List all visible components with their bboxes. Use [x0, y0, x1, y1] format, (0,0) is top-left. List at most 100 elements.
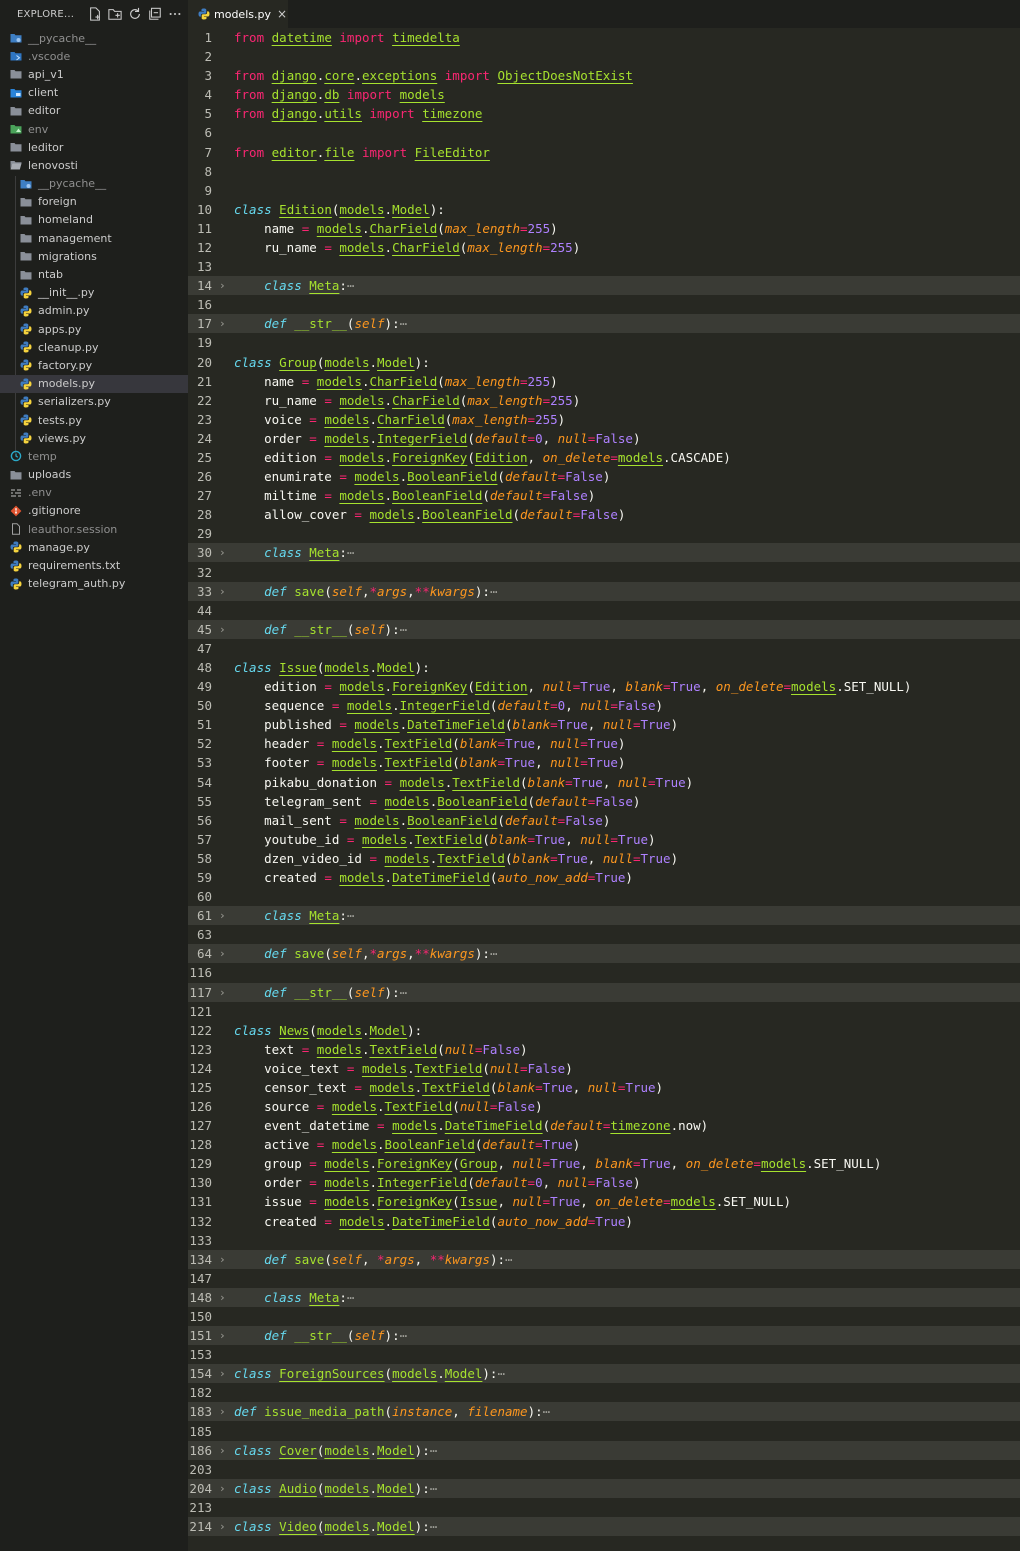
fold-chevron-icon[interactable]: ›	[219, 582, 226, 601]
code-line[interactable]: 147	[188, 1269, 1020, 1288]
tree-item-models-py[interactable]: models.py	[0, 374, 188, 393]
code-line[interactable]: 116	[188, 963, 1020, 982]
code-line[interactable]: 49 edition = models.ForeignKey(Edition, …	[188, 677, 1020, 696]
code-line[interactable]: 58 dzen_video_id = models.TextField(blan…	[188, 849, 1020, 868]
code-line[interactable]: 183 › def issue_media_path(instance, filen…	[188, 1402, 1020, 1422]
code-line[interactable]: 154 › class ForeignSources(models.Model):⋯	[188, 1364, 1020, 1384]
tab-models-py[interactable]: models.py ×	[188, 0, 288, 28]
code-line[interactable]: 52 header = models.TextField(blank=True,…	[188, 734, 1020, 753]
code-line[interactable]: 16	[188, 295, 1020, 314]
code-line[interactable]: 14 › class Meta:⋯	[188, 276, 1020, 296]
tree-item-pycache[interactable]: __pycache__	[0, 29, 188, 47]
tree-item-env[interactable]: env	[0, 120, 188, 138]
code-line[interactable]: 151 › def __str__(self):⋯	[188, 1326, 1020, 1346]
code-line[interactable]: 56 mail_sent = models.BooleanField(defau…	[188, 811, 1020, 830]
code-line[interactable]: 7 from editor.file import FileEditor	[188, 143, 1020, 162]
code-line[interactable]: 129 group = models.ForeignKey(Group, nul…	[188, 1154, 1020, 1173]
fold-chevron-icon[interactable]: ›	[219, 1402, 226, 1421]
tree-item-leditor[interactable]: leditor	[0, 138, 188, 156]
tree-item-serializers-py[interactable]: serializers.py	[0, 393, 188, 411]
code-line[interactable]: 4 from django.db import models	[188, 85, 1020, 104]
code-line[interactable]: 29	[188, 524, 1020, 543]
code-line[interactable]: 54 pikabu_donation = models.TextField(bl…	[188, 773, 1020, 792]
code-line[interactable]: 8	[188, 162, 1020, 181]
tree-item-tests-py[interactable]: tests.py	[0, 411, 188, 429]
code-line[interactable]: 32	[188, 563, 1020, 582]
fold-chevron-icon[interactable]: ›	[219, 1517, 226, 1536]
code-line[interactable]: 124 voice_text = models.TextField(null=F…	[188, 1059, 1020, 1078]
tree-item-lenovosti[interactable]: lenovosti	[0, 156, 188, 174]
code-line[interactable]: 10 class Edition(models.Model):	[188, 200, 1020, 219]
code-line[interactable]: 150	[188, 1307, 1020, 1326]
code-line[interactable]: 203	[188, 1460, 1020, 1479]
tree-item-api-v1[interactable]: api_v1	[0, 65, 188, 83]
tree-item-apps-py[interactable]: apps.py	[0, 320, 188, 338]
tree-item-uploads[interactable]: uploads	[0, 466, 188, 484]
code-line[interactable]: 19	[188, 333, 1020, 352]
code-line[interactable]: 125 censor_text = models.TextField(blank…	[188, 1078, 1020, 1097]
fold-chevron-icon[interactable]: ›	[219, 1288, 226, 1307]
code-line[interactable]: 17 › def __str__(self):⋯	[188, 314, 1020, 334]
code-line[interactable]: 130 order = models.IntegerField(default=…	[188, 1173, 1020, 1192]
code-line[interactable]: 214 › class Video(models.Model):⋯	[188, 1517, 1020, 1537]
tree-item-requirements-txt[interactable]: requirements.txt	[0, 556, 188, 574]
code-line[interactable]: 45 › def __str__(self):⋯	[188, 619, 1020, 639]
code-line[interactable]: 63	[188, 925, 1020, 944]
tree-item-manage-py[interactable]: manage.py	[0, 538, 188, 556]
code-line[interactable]: 53 footer = models.TextField(blank=True,…	[188, 753, 1020, 772]
code-line[interactable]: 30 › class Meta:⋯	[188, 543, 1020, 563]
code-line[interactable]: 185	[188, 1422, 1020, 1441]
code-line[interactable]: 131 issue = models.ForeignKey(Issue, nul…	[188, 1192, 1020, 1211]
code-line[interactable]: 182	[188, 1383, 1020, 1402]
tree-item-gitignore[interactable]: .gitignore	[0, 502, 188, 520]
code-line[interactable]: 22 ru_name = models.CharField(max_length…	[188, 391, 1020, 410]
more-actions-icon[interactable]	[168, 6, 182, 22]
code-line[interactable]: 123 text = models.TextField(null=False)	[188, 1040, 1020, 1059]
code-line[interactable]: 132 created = models.DateTimeField(auto_…	[188, 1212, 1020, 1231]
tree-item-migrations[interactable]: migrations	[0, 247, 188, 265]
fold-chevron-icon[interactable]: ›	[219, 1479, 226, 1498]
code-line[interactable]: 204 › class Audio(models.Model):⋯	[188, 1478, 1020, 1498]
tree-item-cleanup-py[interactable]: cleanup.py	[0, 338, 188, 356]
tree-item-telegram-auth-py[interactable]: telegram_auth.py	[0, 575, 188, 593]
code-line[interactable]: 21 name = models.CharField(max_length=25…	[188, 372, 1020, 391]
fold-chevron-icon[interactable]: ›	[219, 1364, 226, 1383]
code-line[interactable]: 51 published = models.DateTimeField(blan…	[188, 715, 1020, 734]
fold-chevron-icon[interactable]: ›	[219, 906, 226, 925]
tree-item-foreign[interactable]: foreign	[0, 193, 188, 211]
tree-item-leauthor-session[interactable]: leauthor.session	[0, 520, 188, 538]
new-folder-icon[interactable]	[108, 6, 122, 22]
code-line[interactable]: 186 › class Cover(models.Model):⋯	[188, 1440, 1020, 1460]
code-line[interactable]: 148 › class Meta:⋯	[188, 1287, 1020, 1307]
code-line[interactable]: 61 › class Meta:⋯	[188, 906, 1020, 926]
code-line[interactable]: 20 class Group(models.Model):	[188, 353, 1020, 372]
collapse-all-icon[interactable]	[148, 6, 162, 22]
code-line[interactable]: 48 class Issue(models.Model):	[188, 658, 1020, 677]
code-line[interactable]: 64 › def save(self,*args,**kwargs):⋯	[188, 944, 1020, 964]
code-line[interactable]: 13	[188, 257, 1020, 276]
code-line[interactable]: 44	[188, 601, 1020, 620]
code-line[interactable]: 121	[188, 1002, 1020, 1021]
tree-item-env[interactable]: .env	[0, 484, 188, 502]
code-line[interactable]: 59 created = models.DateTimeField(auto_n…	[188, 868, 1020, 887]
code-line[interactable]: 9	[188, 181, 1020, 200]
fold-chevron-icon[interactable]: ›	[219, 1326, 226, 1345]
tree-item-ntab[interactable]: ntab	[0, 265, 188, 283]
code-line[interactable]: 2	[188, 47, 1020, 66]
code-line[interactable]: 6	[188, 123, 1020, 142]
tree-item-editor[interactable]: editor	[0, 102, 188, 120]
fold-chevron-icon[interactable]: ›	[219, 314, 226, 333]
tree-item-init-py[interactable]: __init__.py	[0, 284, 188, 302]
code-line[interactable]: 11 name = models.CharField(max_length=25…	[188, 219, 1020, 238]
code-line[interactable]: 60	[188, 887, 1020, 906]
tree-item-homeland[interactable]: homeland	[0, 211, 188, 229]
code-line[interactable]: 24 order = models.IntegerField(default=0…	[188, 429, 1020, 448]
fold-chevron-icon[interactable]: ›	[219, 944, 226, 963]
fold-chevron-icon[interactable]: ›	[219, 1441, 226, 1460]
code-line[interactable]: 122 class News(models.Model):	[188, 1021, 1020, 1040]
code-line[interactable]: 117 › def __str__(self):⋯	[188, 982, 1020, 1002]
code-line[interactable]: 128 active = models.BooleanField(default…	[188, 1135, 1020, 1154]
code-line[interactable]: 5 from django.utils import timezone	[188, 104, 1020, 123]
code-line[interactable]: 127 event_datetime = models.DateTimeFiel…	[188, 1116, 1020, 1135]
tree-item-factory-py[interactable]: factory.py	[0, 356, 188, 374]
